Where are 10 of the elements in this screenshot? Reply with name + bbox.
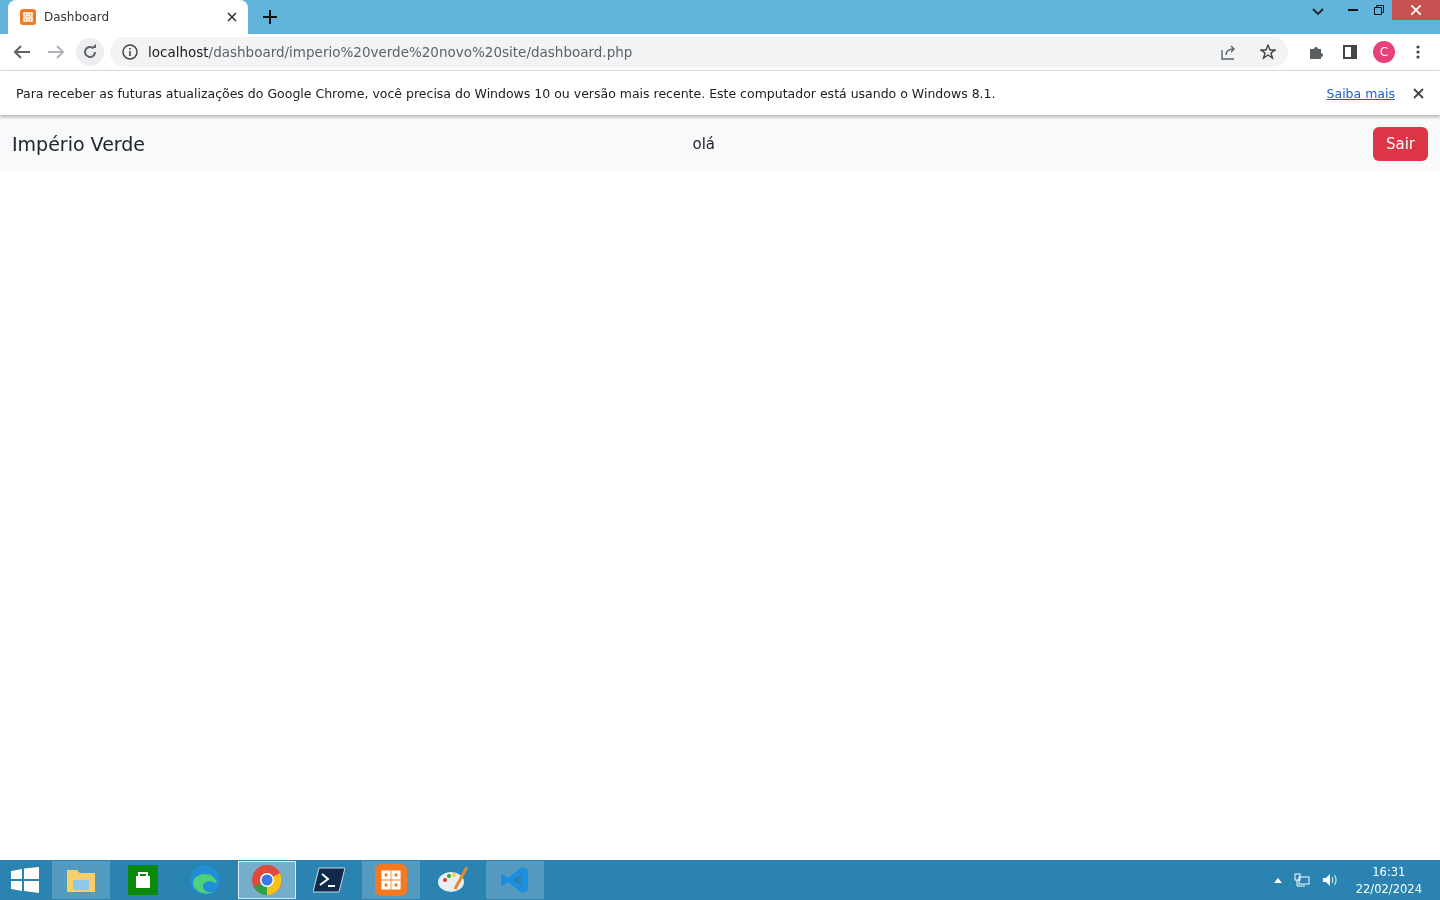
greeting-text: olá [692,135,716,153]
learn-more-link[interactable]: Saiba mais [1326,85,1395,101]
profile-avatar[interactable]: C [1373,41,1395,63]
clock[interactable]: 16:31 22/02/2024 [1355,864,1422,896]
url-text: localhost/dashboard/imperio%20verde%20novo%20site/dashboard.php [148,44,633,60]
address-bar[interactable]: localhost/dashboard/imperio%20verde%20novo%20site/dashboard.php [110,37,1288,67]
browser-tab[interactable]: Dashboard [8,0,248,34]
update-message: Para receber as futuras atualizações do Google Chrome, você precisa do Windows 10 ou versão mais recente. Este computador está usando o Windows 8.1. [16,85,997,101]
logout-button[interactable]: Sair [1372,127,1428,161]
site-brand[interactable]: Império Verde [12,133,693,155]
